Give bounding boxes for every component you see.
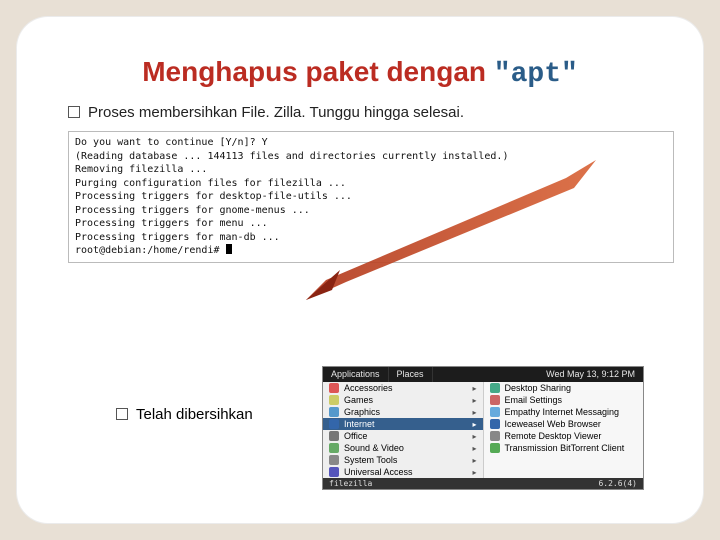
chevron-right-icon: ▸	[472, 456, 476, 465]
menu-label: Transmission BitTorrent Client	[505, 443, 625, 453]
menu-app-transmission-bittorrent-client[interactable]: Transmission BitTorrent Client	[484, 442, 644, 454]
slide-title: Menghapus paket dengan "apt"	[68, 56, 652, 90]
menu-label: Remote Desktop Viewer	[505, 431, 602, 441]
app-icon	[490, 407, 500, 417]
menu-app-desktop-sharing[interactable]: Desktop Sharing	[484, 382, 644, 394]
bullet-1-text: Proses membersihkan File. Zilla. Tunggu …	[88, 104, 464, 121]
category-icon	[329, 455, 339, 465]
app-icon	[490, 419, 500, 429]
gnome-screenshot: Applications Places Wed May 13, 9:12 PM …	[322, 366, 644, 490]
menu-category-accessories[interactable]: Accessories ▸	[323, 382, 483, 394]
menu-category-internet[interactable]: Internet ▸	[323, 418, 483, 430]
terminal-cursor	[226, 244, 232, 254]
panel-applications[interactable]: Applications	[323, 367, 389, 382]
bullet-2-text: Telah dibersihkan	[136, 406, 253, 423]
app-icon	[490, 443, 500, 453]
chevron-right-icon: ▸	[472, 444, 476, 453]
menu-category-universal-access[interactable]: Universal Access ▸	[323, 466, 483, 478]
lower-row: Telah dibersihkan Applications Places We…	[116, 366, 644, 490]
menu-label: Email Settings	[505, 395, 563, 405]
panel-clock: Wed May 13, 9:12 PM	[538, 367, 643, 382]
title-text-2: "apt"	[494, 59, 578, 90]
app-icon	[490, 383, 500, 393]
menu-label: Sound & Video	[344, 443, 404, 453]
menu-label: Games	[344, 395, 373, 405]
taskbar-version: 6.2.6(4)	[598, 479, 637, 488]
bullet-box-icon	[68, 106, 80, 118]
chevron-right-icon: ▸	[472, 384, 476, 393]
chevron-right-icon: ▸	[472, 408, 476, 417]
taskbar-app: filezilla	[329, 479, 372, 488]
category-icon	[329, 395, 339, 405]
menu-label: Empathy Internet Messaging	[505, 407, 620, 417]
category-icon	[329, 467, 339, 477]
slide: Menghapus paket dengan "apt" Proses memb…	[16, 16, 704, 524]
menu-app-empathy-internet-messaging[interactable]: Empathy Internet Messaging	[484, 406, 644, 418]
category-icon	[329, 431, 339, 441]
menu-label: Graphics	[344, 407, 380, 417]
menu-categories: Accessories▸Games▸Graphics▸Internet▸Offi…	[323, 382, 484, 478]
menu-label: Iceweasel Web Browser	[505, 419, 601, 429]
taskbar: filezilla 6.2.6(4)	[323, 478, 643, 489]
menu-label: Office	[344, 431, 367, 441]
category-icon	[329, 407, 339, 417]
title-text-1: Menghapus paket dengan	[142, 56, 494, 87]
menu-category-sound-video[interactable]: Sound & Video ▸	[323, 442, 483, 454]
app-icon	[490, 431, 500, 441]
chevron-right-icon: ▸	[472, 396, 476, 405]
applications-menu: Accessories▸Games▸Graphics▸Internet▸Offi…	[323, 382, 643, 478]
chevron-right-icon: ▸	[472, 468, 476, 477]
panel-places[interactable]: Places	[389, 367, 433, 382]
bullet-box-icon	[116, 408, 128, 420]
menu-category-graphics[interactable]: Graphics ▸	[323, 406, 483, 418]
menu-app-iceweasel-web-browser[interactable]: Iceweasel Web Browser	[484, 418, 644, 430]
menu-label: Desktop Sharing	[505, 383, 572, 393]
category-icon	[329, 383, 339, 393]
menu-category-games[interactable]: Games ▸	[323, 394, 483, 406]
chevron-right-icon: ▸	[472, 420, 476, 429]
menu-category-system-tools[interactable]: System Tools ▸	[323, 454, 483, 466]
menu-label: Internet	[344, 419, 375, 429]
menu-label: Universal Access	[344, 467, 413, 477]
menu-apps: Desktop Sharing Email Settings Empathy Int…	[484, 382, 644, 478]
terminal-output: Do you want to continue [Y/n]? Y (Readin…	[68, 131, 674, 263]
bullet-1: Proses membersihkan File. Zilla. Tunggu …	[68, 104, 652, 121]
menu-label: System Tools	[344, 455, 397, 465]
bullet-2: Telah dibersihkan	[116, 406, 253, 423]
category-icon	[329, 419, 339, 429]
category-icon	[329, 443, 339, 453]
menu-label: Accessories	[344, 383, 393, 393]
app-icon	[490, 395, 500, 405]
menu-category-office[interactable]: Office ▸	[323, 430, 483, 442]
gnome-panel: Applications Places Wed May 13, 9:12 PM	[323, 367, 643, 382]
chevron-right-icon: ▸	[472, 432, 476, 441]
menu-app-email-settings[interactable]: Email Settings	[484, 394, 644, 406]
menu-app-remote-desktop-viewer[interactable]: Remote Desktop Viewer	[484, 430, 644, 442]
